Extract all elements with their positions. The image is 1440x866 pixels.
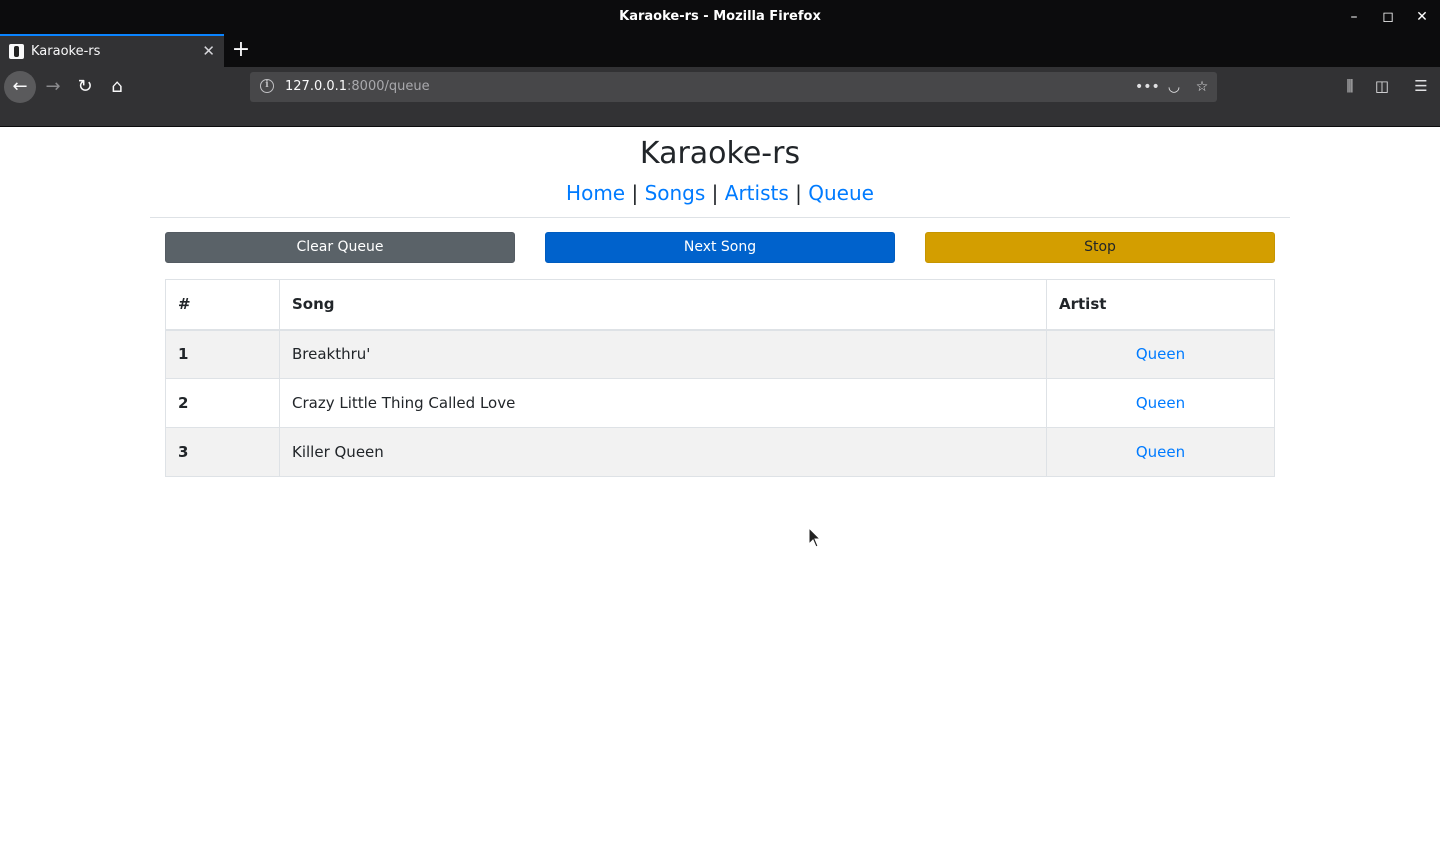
new-tab-icon[interactable]: +: [230, 36, 252, 64]
browser-toolbar: ← → ↻ ⌂ i 127.0.0.1:8000/queue ••• ◡ ☆ ⫼…: [0, 67, 1440, 107]
nav-separator: |: [711, 181, 719, 205]
main-nav: Home | Songs | Artists | Queue: [150, 181, 1290, 205]
row-song: Crazy Little Thing Called Love: [279, 378, 1047, 428]
url-bar[interactable]: i 127.0.0.1:8000/queue ••• ◡ ☆: [250, 72, 1217, 102]
stop-button[interactable]: Stop: [925, 232, 1275, 263]
home-icon[interactable]: ⌂: [101, 71, 133, 103]
nav-link-home[interactable]: Home: [566, 181, 625, 205]
row-artist-cell: Queen: [1046, 378, 1275, 428]
row-number: 3: [165, 427, 280, 477]
header-artist: Artist: [1046, 279, 1275, 331]
url-text[interactable]: 127.0.0.1:8000/queue: [285, 79, 430, 94]
url-path: :8000/queue: [347, 79, 430, 94]
tab-title: Karaoke-rs: [31, 44, 101, 59]
close-window-icon[interactable]: ✕: [1413, 8, 1431, 26]
table-row: 1 Breakthru' Queen: [165, 329, 1275, 379]
table-row: 3 Killer Queen Queen: [165, 427, 1275, 477]
row-song: Breakthru': [279, 329, 1047, 379]
pocket-icon[interactable]: ◡: [1163, 76, 1185, 98]
table-header-row: # Song Artist: [165, 279, 1275, 331]
window-titlebar: Karaoke-rs - Mozilla Firefox – ◻ ✕: [0, 0, 1440, 34]
nav-separator: |: [631, 181, 639, 205]
artist-link[interactable]: Queen: [1136, 443, 1185, 461]
maximize-icon[interactable]: ◻: [1379, 8, 1397, 26]
minimize-icon[interactable]: –: [1345, 8, 1363, 26]
header-number: #: [165, 279, 280, 331]
queue-table: # Song Artist 1 Breakthru' Queen 2 Crazy…: [165, 279, 1275, 477]
tab-strip: Karaoke-rs ✕ +: [0, 34, 1440, 67]
toolbar-spacer: [0, 107, 1440, 127]
header-song: Song: [279, 279, 1047, 331]
mouse-cursor-icon: [808, 527, 822, 548]
page-viewport: Karaoke-rs Home | Songs | Artists | Queu…: [0, 128, 1440, 866]
nav-link-songs[interactable]: Songs: [645, 181, 706, 205]
window-title: Karaoke-rs - Mozilla Firefox: [619, 9, 821, 24]
page-actions-icon[interactable]: •••: [1135, 76, 1160, 98]
clear-queue-button[interactable]: Clear Queue: [165, 232, 515, 263]
row-song: Killer Queen: [279, 427, 1047, 477]
table-row: 2 Crazy Little Thing Called Love Queen: [165, 378, 1275, 428]
row-number: 2: [165, 378, 280, 428]
menu-icon[interactable]: ☰: [1410, 75, 1432, 97]
url-host: 127.0.0.1: [285, 79, 348, 94]
site-title: Karaoke-rs: [639, 136, 801, 171]
tab-close-icon[interactable]: ✕: [202, 42, 215, 60]
nav-link-queue[interactable]: Queue: [808, 181, 874, 205]
row-artist-cell: Queen: [1046, 427, 1275, 477]
sidebar-icon[interactable]: ◫: [1371, 75, 1393, 97]
bookmark-star-icon[interactable]: ☆: [1191, 76, 1213, 98]
reload-icon[interactable]: ↻: [69, 71, 101, 103]
nav-link-artists[interactable]: Artists: [725, 181, 789, 205]
artist-link[interactable]: Queen: [1136, 394, 1185, 412]
row-number: 1: [165, 329, 280, 379]
back-icon[interactable]: ←: [4, 71, 36, 103]
forward-icon[interactable]: →: [37, 71, 69, 103]
row-artist-cell: Queen: [1046, 329, 1275, 379]
next-song-button[interactable]: Next Song: [545, 232, 895, 263]
favicon-icon: [9, 44, 24, 59]
nav-separator: |: [795, 181, 802, 205]
tab-karaoke-rs[interactable]: Karaoke-rs ✕: [0, 34, 224, 67]
header-divider: [150, 217, 1290, 218]
artist-link[interactable]: Queen: [1136, 345, 1185, 363]
site-info-icon[interactable]: i: [260, 79, 274, 93]
library-icon[interactable]: ⫼: [1339, 75, 1361, 97]
